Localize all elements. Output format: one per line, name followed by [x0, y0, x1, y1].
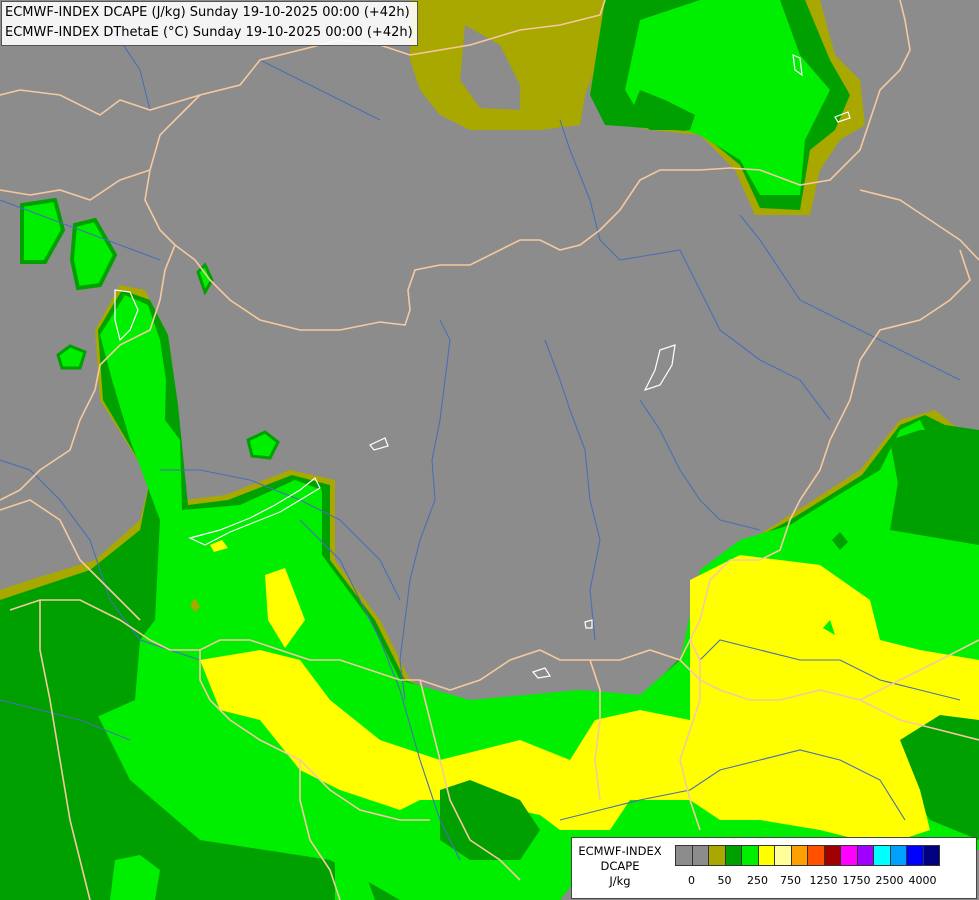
legend-tick-label: 750: [780, 874, 801, 887]
legend-swatch: [708, 845, 726, 866]
legend-swatch: [790, 845, 808, 866]
map-canvas[interactable]: [0, 0, 979, 900]
legend-tick-label: 2500: [875, 874, 904, 887]
legend-label-line-2: DCAPE: [600, 859, 640, 873]
legend-swatch: [873, 845, 891, 866]
map-title-line-2: ECMWF-INDEX DThetaE (°C) Sunday 19-10-20…: [5, 25, 413, 40]
legend-tick-label: 0: [688, 874, 695, 887]
legend-swatch: [741, 845, 759, 866]
legend-tick-label: 4000: [908, 874, 937, 887]
color-legend: ECMWF-INDEX DCAPE J/kg 0 50 250 750 1250 1750…: [571, 837, 977, 899]
legend-swatch: [757, 845, 775, 866]
legend-swatch: [823, 845, 841, 866]
legend-tick-label: 250: [747, 874, 768, 887]
legend-swatches: [675, 845, 940, 867]
legend-swatch: [889, 845, 907, 866]
legend-swatch: [774, 845, 792, 866]
legend-tick-label: 50: [717, 874, 732, 887]
legend-label-line-3: J/kg: [609, 874, 631, 888]
legend-swatch: [856, 845, 874, 866]
legend-swatch: [691, 845, 709, 866]
legend-swatch: [922, 845, 940, 866]
legend-ticks: 0 50 250 750 1250 1750 2500 4000: [675, 874, 975, 890]
legend-swatch: [807, 845, 825, 866]
legend-swatch: [840, 845, 858, 866]
legend-tick-label: 1250: [809, 874, 838, 887]
legend-label: ECMWF-INDEX DCAPE J/kg: [574, 844, 666, 889]
map-title-box: ECMWF-INDEX DCAPE (J/kg) Sunday 19-10-20…: [1, 1, 418, 46]
legend-swatch: [906, 845, 924, 866]
legend-label-line-1: ECMWF-INDEX: [578, 844, 662, 858]
legend-swatch: [724, 845, 742, 866]
legend-swatch: [675, 845, 693, 866]
map-title-line-1: ECMWF-INDEX DCAPE (J/kg) Sunday 19-10-20…: [5, 5, 410, 20]
legend-tick-label: 1750: [842, 874, 871, 887]
